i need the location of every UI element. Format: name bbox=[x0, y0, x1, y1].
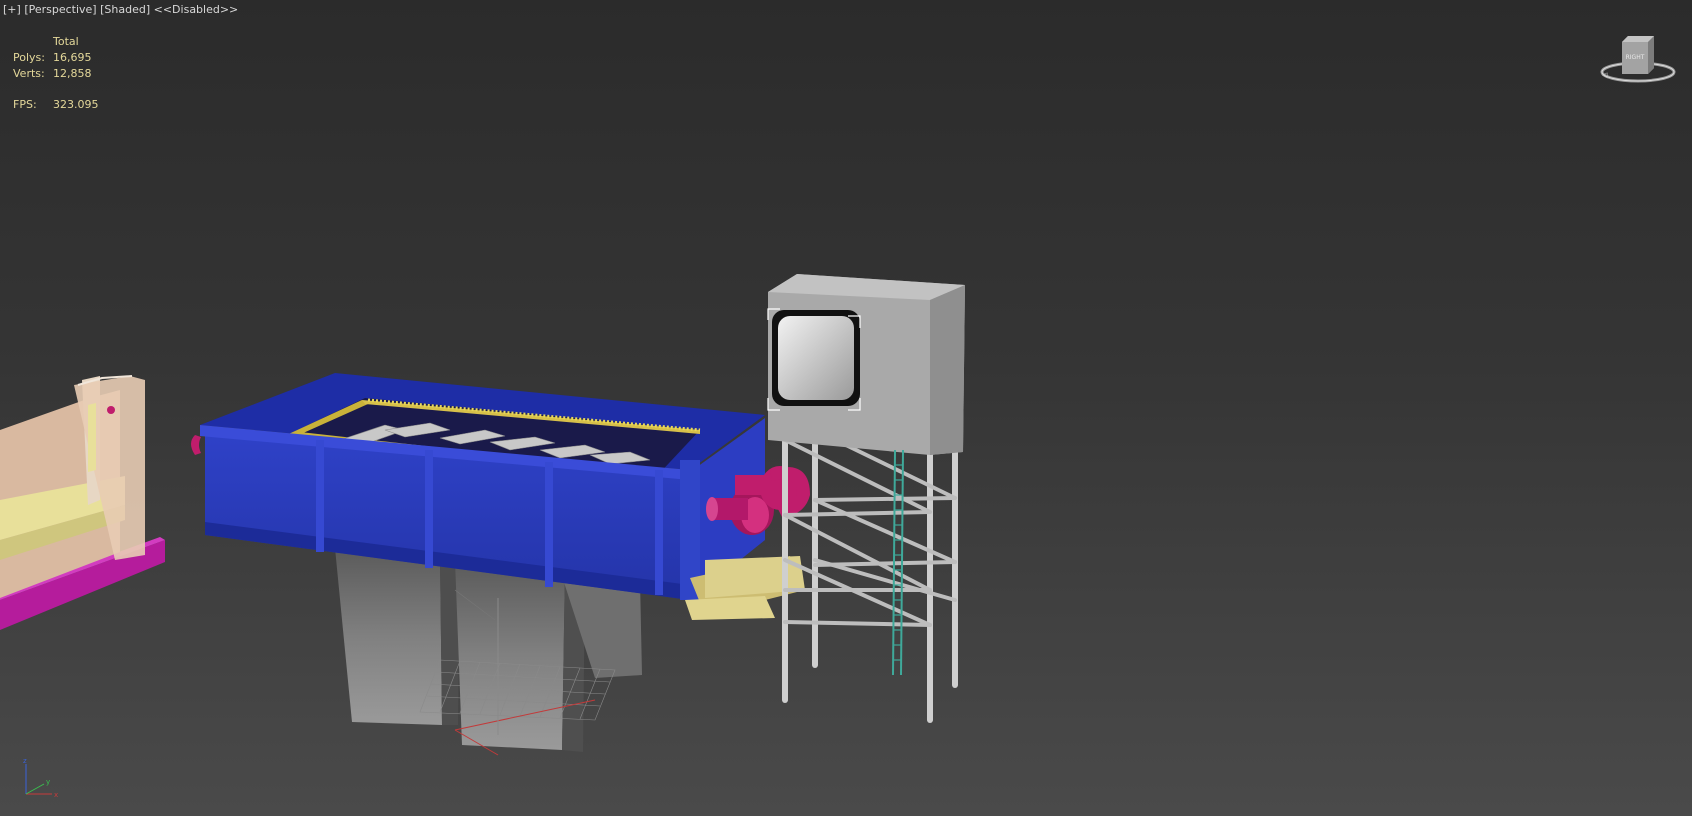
viewport-label-menu: [+] [Perspective] [Shaded] <<Disabled>> bbox=[3, 3, 238, 19]
polys-value: 16,695 bbox=[53, 51, 92, 64]
polys-label: Polys: bbox=[13, 51, 45, 64]
viewport-view-menu[interactable]: [Perspective] bbox=[24, 3, 96, 16]
blue-tank[interactable] bbox=[200, 373, 765, 600]
viewport-plus-menu[interactable]: [+] bbox=[3, 3, 21, 16]
verts-value: 12,858 bbox=[53, 67, 92, 80]
viewport-shading-menu[interactable]: [Shaded] bbox=[100, 3, 150, 16]
axis-z-label: z bbox=[23, 757, 27, 765]
axis-x-label: x bbox=[54, 791, 58, 799]
viewcube-face-label: RIGHT bbox=[1626, 54, 1645, 61]
viewcube[interactable]: RIGHT ◁ bbox=[1598, 32, 1678, 90]
fps-value: 323.095 bbox=[53, 98, 99, 111]
left-conveyor-machine[interactable] bbox=[0, 375, 201, 630]
viewport-perspective[interactable]: [+] [Perspective] [Shaded] <<Disabled>> … bbox=[0, 0, 1692, 816]
svg-text:◁: ◁ bbox=[1602, 71, 1608, 79]
verts-label: Verts: bbox=[13, 67, 45, 80]
stats-header: Total bbox=[53, 35, 79, 48]
axis-tripod: z y x bbox=[23, 757, 58, 799]
viewport-status-menu[interactable]: <<Disabled>> bbox=[154, 3, 239, 16]
axis-y-label: y bbox=[46, 778, 50, 786]
fps-label: FPS: bbox=[13, 98, 37, 111]
3d-scene[interactable] bbox=[0, 0, 1692, 816]
